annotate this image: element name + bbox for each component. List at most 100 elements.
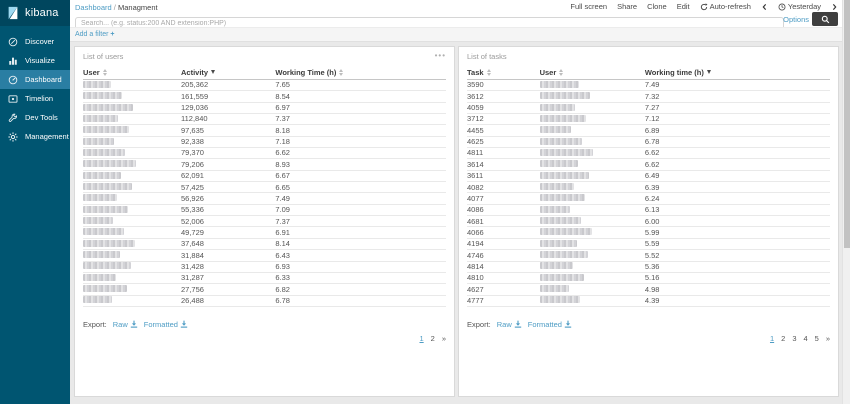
page-3[interactable]: 3	[792, 334, 796, 343]
auto-refresh-button[interactable]: Auto-refresh	[700, 2, 751, 11]
timelion-icon	[8, 94, 18, 104]
sidebar-item-label: Timelion	[25, 94, 53, 103]
table-row: 79,3706.62	[83, 148, 446, 159]
column-header-working-time-h-[interactable]: Working time (h)	[645, 68, 830, 77]
cell-value: 26,488	[181, 297, 275, 305]
page-2[interactable]: 2	[431, 334, 435, 343]
sidebar-item-dashboard[interactable]: Dashboard	[0, 70, 70, 89]
cell-value: 4810	[467, 274, 540, 282]
panel-list-of-tasks: List of tasks TaskUserWorking time (h) 3…	[458, 46, 839, 397]
redacted-username	[83, 228, 124, 235]
export-raw-link[interactable]: Raw	[497, 320, 522, 329]
ellipsis-icon[interactable]: •••	[435, 52, 446, 60]
cell-value: 8.14	[275, 240, 446, 248]
page-1[interactable]: 1	[419, 334, 423, 343]
kibana-app: kibana Discover Visualize Dashboard Time…	[0, 0, 850, 404]
table-row: 55,3367.09	[83, 205, 446, 216]
cell-user-redacted	[83, 172, 181, 181]
wrench-icon	[8, 113, 18, 123]
cell-value: 6.49	[645, 172, 830, 180]
table-row: 52,0067.37	[83, 216, 446, 227]
table-row: 40597.27	[467, 103, 830, 114]
page-next[interactable]: »	[442, 334, 446, 343]
cell-value: 56,926	[181, 195, 275, 203]
clock-icon	[778, 3, 786, 11]
cell-value: 4077	[467, 195, 540, 203]
cell-user-redacted	[83, 115, 181, 124]
cell-user-redacted	[83, 217, 181, 226]
full-screen-button[interactable]: Full screen	[570, 2, 607, 11]
sidebar-item-management[interactable]: Management	[0, 127, 70, 146]
dashboard-icon	[8, 75, 18, 85]
cell-user-redacted	[83, 285, 181, 294]
time-prev-button[interactable]	[761, 3, 768, 11]
kibana-logo[interactable]: kibana	[0, 0, 70, 26]
options-link[interactable]: Options	[783, 15, 809, 24]
redacted-username	[540, 240, 577, 247]
sidebar-item-visualize[interactable]: Visualize	[0, 51, 70, 70]
redacted-username	[83, 172, 121, 179]
page-5[interactable]: 5	[815, 334, 819, 343]
sidebar-item-label: Discover	[25, 37, 54, 46]
cell-user-redacted	[540, 228, 645, 237]
cell-value: 3712	[467, 115, 540, 123]
cell-value: 6.78	[275, 297, 446, 305]
table-row: 57,4256.65	[83, 182, 446, 193]
redacted-username	[540, 126, 571, 133]
refresh-icon	[700, 3, 708, 11]
cell-value: 6.00	[645, 218, 830, 226]
cell-user-redacted	[540, 172, 645, 181]
cell-user-redacted	[83, 240, 181, 249]
column-header-task[interactable]: Task	[467, 68, 540, 77]
redacted-username	[540, 138, 582, 145]
edit-button[interactable]: Edit	[677, 2, 690, 11]
share-button[interactable]: Share	[617, 2, 637, 11]
sort-icon	[559, 69, 563, 76]
sort-desc-icon	[707, 70, 711, 74]
page-scrollbar[interactable]	[842, 0, 850, 404]
redacted-username	[540, 206, 570, 213]
cell-user-redacted	[83, 296, 181, 305]
cell-value: 6.82	[275, 286, 446, 294]
redacted-username	[83, 160, 136, 167]
sidebar-item-timelion[interactable]: Timelion	[0, 89, 70, 108]
cell-user-redacted	[540, 81, 645, 90]
page-1[interactable]: 1	[770, 334, 774, 343]
search-button[interactable]	[812, 12, 838, 26]
cell-value: 6.39	[645, 184, 830, 192]
cell-value: 4681	[467, 218, 540, 226]
table-row: 79,2068.93	[83, 159, 446, 170]
logo-text: kibana	[25, 7, 59, 19]
table-row: 97,6358.18	[83, 125, 446, 136]
export-raw-link[interactable]: Raw	[113, 320, 138, 329]
scrollbar-thumb[interactable]	[844, 0, 850, 248]
page-2[interactable]: 2	[781, 334, 785, 343]
page-next[interactable]: »	[826, 334, 830, 343]
column-header-user[interactable]: User	[83, 68, 181, 77]
time-picker-button[interactable]: Yesterday	[778, 2, 821, 11]
breadcrumb-dashboard-link[interactable]: Dashboard	[75, 3, 112, 12]
redacted-username	[540, 160, 578, 167]
cell-value: 4.39	[645, 297, 830, 305]
table-row: 35907.49	[467, 80, 830, 91]
cell-user-redacted	[83, 274, 181, 283]
export-row: Export: Raw Formatted	[83, 320, 446, 329]
column-label: Task	[467, 68, 484, 77]
table-row: 40776.24	[467, 193, 830, 204]
export-formatted-link[interactable]: Formatted	[528, 320, 572, 329]
column-header-activity[interactable]: Activity	[181, 68, 275, 77]
export-formatted-link[interactable]: Formatted	[144, 320, 188, 329]
redacted-username	[540, 274, 584, 281]
page-4[interactable]: 4	[803, 334, 807, 343]
cell-user-redacted	[540, 92, 645, 101]
cell-value: 6.33	[275, 274, 446, 282]
column-header-user[interactable]: User	[540, 68, 645, 77]
add-filter-button[interactable]: Add a filter +	[75, 31, 115, 38]
table-row: 44556.89	[467, 125, 830, 136]
clone-button[interactable]: Clone	[647, 2, 667, 11]
time-next-button[interactable]	[831, 3, 838, 11]
column-header-working-time-h-[interactable]: Working Time (h)	[275, 68, 446, 77]
sidebar-item-dev-tools[interactable]: Dev Tools	[0, 108, 70, 127]
cell-value: 92,338	[181, 138, 275, 146]
sidebar-item-discover[interactable]: Discover	[0, 32, 70, 51]
